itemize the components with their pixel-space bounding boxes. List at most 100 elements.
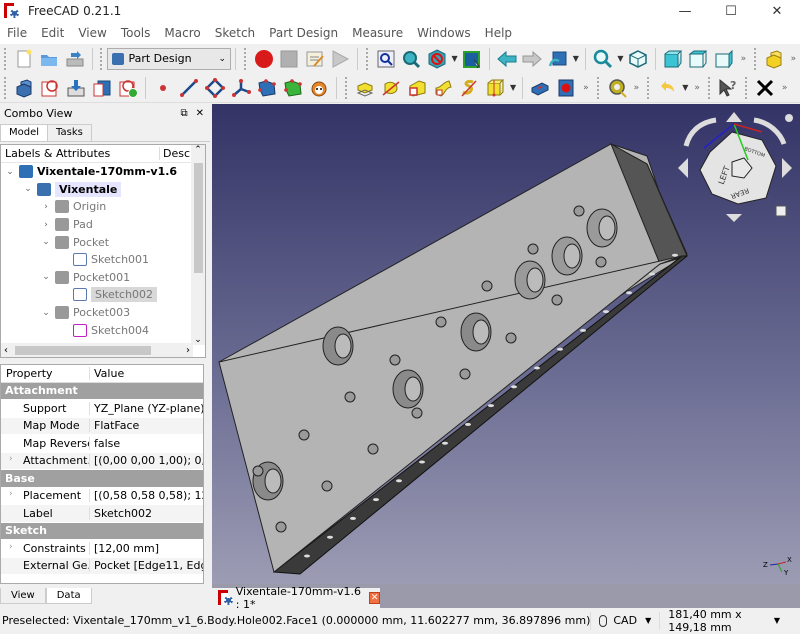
minimize-button[interactable]: — [662, 0, 708, 22]
shape-binder-button[interactable] [255, 76, 279, 100]
workbench-selector[interactable]: Part Design ⌄ [107, 47, 232, 70]
close-panel-icon[interactable]: ✕ [196, 108, 204, 119]
property-value[interactable]: [12,00 mm] [89, 541, 203, 555]
menu-sketch[interactable]: Sketch [208, 26, 262, 40]
property-value[interactable]: [(0,00 0,00 1,00); 0,00... [89, 454, 203, 468]
hole-button[interactable] [554, 76, 578, 100]
validate-sketch-button[interactable] [64, 76, 88, 100]
property-value[interactable]: [(0,58 0,58 0,58); 120,... [89, 489, 203, 503]
property-row[interactable]: Label Sketch002 [1, 505, 203, 523]
save-file-button[interactable] [63, 47, 87, 71]
property-row[interactable]: Support YZ_Plane (YZ-plane) [1, 400, 203, 418]
fit-selection-button[interactable] [400, 47, 424, 71]
datum-line-button[interactable] [177, 76, 201, 100]
tab-view[interactable]: View [0, 588, 46, 604]
property-row[interactable]: › Placement [(0,58 0,58 0,58); 120,... [1, 488, 203, 505]
tree-item[interactable]: ⌄ Vixentale-170mm-v1.6 [1, 163, 205, 181]
screw-hole[interactable] [389, 354, 401, 366]
tree-item[interactable]: › Pad [1, 216, 205, 234]
tree-item[interactable]: Sketch001 [1, 251, 205, 269]
property-row[interactable]: External Ge...Pocket [Edge11, Edg... [1, 557, 203, 575]
menu-help[interactable]: Help [478, 26, 519, 40]
toolbar-grip[interactable] [4, 47, 8, 70]
close-button[interactable]: ✕ [754, 0, 800, 22]
menu-tools[interactable]: Tools [114, 26, 158, 40]
right-view-button[interactable] [712, 47, 736, 71]
menu-part-design[interactable]: Part Design [262, 26, 345, 40]
chevron-right-icon[interactable]: › [41, 202, 51, 212]
clone-object-button[interactable] [307, 76, 331, 100]
menu-edit[interactable]: Edit [34, 26, 71, 40]
scroll-down-icon[interactable]: ⌄ [191, 335, 205, 345]
datum-plane-button[interactable] [203, 76, 227, 100]
back-button[interactable] [495, 47, 519, 71]
property-group-header[interactable]: Attachment [1, 382, 203, 400]
screw-hole[interactable] [527, 243, 539, 255]
chevron-down-icon[interactable]: ⌄ [23, 184, 33, 194]
revolution-button[interactable] [379, 76, 403, 100]
screw-hole[interactable] [573, 205, 585, 217]
chevron-right-icon[interactable]: › [41, 220, 51, 230]
new-file-button[interactable] [12, 47, 36, 71]
screw-hole[interactable] [298, 429, 310, 441]
front-view-button[interactable] [661, 47, 685, 71]
chevron-right-icon[interactable]: › [9, 489, 13, 499]
property-row[interactable]: › Constraints [12,00 mm] [1, 540, 203, 558]
menu-windows[interactable]: Windows [410, 26, 478, 40]
property-value[interactable]: false [89, 436, 203, 450]
maximize-button[interactable]: ☐ [708, 0, 754, 22]
property-row[interactable]: Map Reversedfalse [1, 435, 203, 453]
pocket-button[interactable] [528, 76, 552, 100]
tree-item[interactable]: › Origin [1, 198, 205, 216]
chevron-down-icon[interactable]: ⌄ [41, 308, 51, 318]
menu-file[interactable]: File [0, 26, 34, 40]
tree-item[interactable]: ⌄ Vixentale [1, 181, 205, 199]
measure-button[interactable] [605, 76, 629, 100]
scroll-right-icon[interactable]: › [186, 345, 190, 356]
chevron-down-icon[interactable]: ⌄ [5, 167, 15, 177]
view-dimensions-selector[interactable]: 181,40 mm x 149,18 mm ▼ [659, 608, 788, 634]
screw-hole[interactable] [459, 368, 471, 380]
property-value[interactable]: YZ_Plane (YZ-plane) [89, 401, 203, 415]
datum-point-button[interactable] [151, 76, 175, 100]
open-file-button[interactable] [37, 47, 61, 71]
tree-item[interactable]: ⌄ Pocket001 [1, 269, 205, 287]
additive-pipe-button[interactable] [431, 76, 455, 100]
document-tab[interactable]: Vixentale-170mm-v1.6 : 1* ✕ [212, 585, 380, 611]
tree-item[interactable]: Sketch002 [1, 286, 205, 304]
chevron-right-icon[interactable]: › [9, 542, 13, 552]
draw-style-button[interactable] [425, 47, 449, 71]
additive-helix-button[interactable] [457, 76, 481, 100]
tab-data[interactable]: Data [45, 588, 92, 604]
screw-hole[interactable] [595, 256, 607, 268]
property-value[interactable]: Sketch002 [89, 506, 203, 520]
tree-header-labels[interactable]: Labels & Attributes [1, 147, 159, 160]
screw-hole[interactable] [275, 521, 287, 533]
scroll-up-icon[interactable]: ⌃ [191, 145, 205, 159]
property-group-header[interactable]: Base [1, 470, 203, 488]
additive-primitive-button[interactable] [483, 76, 507, 100]
chevron-down-icon[interactable]: ⌄ [41, 272, 51, 282]
chevron-right-icon[interactable]: › [9, 454, 13, 464]
property-row[interactable]: › Attachment...[(0,00 0,00 1,00); 0,00... [1, 452, 203, 470]
tree-item[interactable]: Sketch004 [1, 321, 205, 339]
close-tab-icon[interactable]: ✕ [369, 592, 380, 604]
property-group-header[interactable]: Sketch [1, 522, 203, 540]
pad-button[interactable] [353, 76, 377, 100]
create-body-tool[interactable] [12, 76, 36, 100]
edit-macro-button[interactable] [303, 47, 327, 71]
navigation-cube[interactable]: LEFT REAR BOTTOM [676, 106, 796, 226]
clone-button[interactable] [90, 76, 114, 100]
record-macro-button[interactable] [252, 47, 276, 71]
fit-all-button[interactable] [374, 47, 398, 71]
scroll-left-icon[interactable]: ‹ [4, 345, 8, 356]
toolbar-overflow[interactable]: » [741, 54, 747, 64]
screw-hole[interactable] [344, 391, 356, 403]
subshape-binder-button[interactable] [281, 76, 305, 100]
close-document-button[interactable] [753, 76, 777, 100]
chevron-down-icon[interactable]: ⌄ [41, 237, 51, 247]
undo-button[interactable] [655, 76, 679, 100]
stop-macro-button[interactable] [278, 47, 302, 71]
whats-this-button[interactable]: ? [716, 76, 740, 100]
run-macro-button[interactable] [329, 47, 353, 71]
